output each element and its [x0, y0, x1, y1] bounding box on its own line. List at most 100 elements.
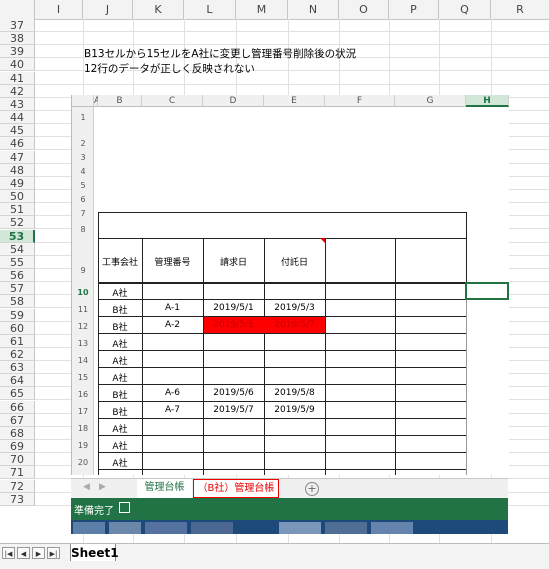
cell-mgmt-no: A-1 — [165, 303, 180, 313]
table-row-line — [98, 333, 466, 334]
row-header[interactable]: 66 — [0, 401, 35, 414]
row-header[interactable]: 69 — [0, 440, 35, 453]
header-company: 工事会社 — [101, 258, 138, 268]
row-header[interactable]: 70 — [0, 453, 35, 466]
row-header[interactable]: 50 — [0, 190, 35, 203]
row-header[interactable]: 60 — [0, 322, 35, 335]
table-col-line — [325, 238, 326, 475]
row-header[interactable]: 49 — [0, 177, 35, 190]
table-row-line — [98, 350, 466, 351]
col-header-r[interactable]: R — [491, 0, 549, 19]
table-row-line — [98, 401, 466, 402]
inner-row-number: 6 — [80, 195, 86, 204]
embedded-excel-screenshot: A B C D E F G H 123456789101112131415161… — [71, 95, 509, 475]
cell-company: B社 — [112, 408, 128, 418]
row-header[interactable]: 42 — [0, 85, 35, 98]
outer-column-header: I J K L M N O P Q R — [0, 0, 549, 20]
row-header[interactable]: 43 — [0, 98, 35, 111]
add-sheet-icon: + — [305, 482, 319, 496]
inner-col-h: H — [466, 95, 509, 107]
inner-col-b: B — [98, 95, 142, 107]
row-header[interactable]: 55 — [0, 256, 35, 269]
table-row-line — [98, 299, 466, 300]
row-header[interactable]: 44 — [0, 111, 35, 124]
row-header[interactable]: 46 — [0, 137, 35, 150]
row-header[interactable]: 52 — [0, 216, 35, 229]
row-header[interactable]: 38 — [0, 32, 35, 45]
cell-delivery-date: 2019/5/7 — [274, 320, 315, 330]
inner-row-number: 12 — [77, 322, 89, 331]
inner-sheet-tabs: ◀ ▶ 管理台帳 （B社）管理台帳 + — [71, 478, 508, 500]
row-header[interactable]: 72 — [0, 480, 35, 493]
taskbar-thumb — [279, 522, 321, 534]
bottom-strip — [0, 561, 549, 569]
row-header[interactable]: 41 — [0, 72, 35, 85]
cell-mgmt-no: A-7 — [165, 405, 180, 415]
cell-request-date: 2019/5/1 — [213, 303, 254, 313]
tab-nav-right-icon: ▶ — [99, 482, 106, 492]
cell-delivery-date: 2019/5/8 — [274, 388, 315, 398]
taskbar-thumb — [73, 522, 105, 534]
tab-kanri-daichou: 管理台帳 — [137, 479, 192, 500]
row-header[interactable]: 62 — [0, 348, 35, 361]
row-header[interactable]: 51 — [0, 203, 35, 216]
row-header[interactable]: 37 — [0, 19, 35, 32]
cell-delivery-date: 2019/5/9 — [274, 405, 315, 415]
row-header[interactable]: 40 — [0, 58, 35, 71]
col-header-l[interactable]: L — [184, 0, 236, 19]
inner-col-e: E — [264, 95, 325, 107]
inner-row-number: 1 — [80, 113, 86, 122]
row-header[interactable]: 58 — [0, 295, 35, 308]
row-header[interactable]: 73 — [0, 493, 35, 506]
row-header[interactable]: 59 — [0, 309, 35, 322]
tab-sheet1[interactable]: Sheet1 — [70, 544, 119, 562]
row-header[interactable]: 54 — [0, 243, 35, 256]
row-header[interactable]: 47 — [0, 151, 35, 164]
inner-col-g: G — [395, 95, 466, 107]
col-header-i[interactable]: I — [35, 0, 83, 19]
cell-request-date: 2019/5/5 — [213, 320, 254, 330]
corner-cell[interactable] — [0, 0, 35, 19]
table-row-line — [98, 452, 466, 453]
table-row-line — [98, 384, 466, 385]
inner-row-number: 5 — [80, 181, 86, 190]
inner-row-number: 7 — [80, 209, 86, 218]
row-header[interactable]: 57 — [0, 282, 35, 295]
row-header[interactable]: 53 — [0, 230, 35, 243]
tab-nav-left-icon: ◀ — [83, 482, 90, 492]
inner-row-number: 19 — [77, 441, 89, 450]
status-text: 準備完了 — [74, 506, 114, 517]
prev-sheet-button[interactable]: ◀ — [17, 547, 30, 559]
row-header[interactable]: 67 — [0, 414, 35, 427]
last-sheet-button[interactable]: ▶| — [47, 547, 60, 559]
row-header[interactable]: 63 — [0, 361, 35, 374]
table-col-line — [395, 238, 396, 475]
col-header-q[interactable]: Q — [439, 0, 491, 19]
comment-indicator — [320, 238, 325, 243]
row-header[interactable]: 65 — [0, 387, 35, 400]
cell-company: B社 — [112, 391, 128, 401]
row-header[interactable]: 61 — [0, 335, 35, 348]
row-header[interactable]: 71 — [0, 466, 35, 479]
col-header-m[interactable]: M — [236, 0, 288, 19]
inner-row-number: 3 — [80, 153, 86, 162]
inner-row-number: 20 — [77, 458, 89, 467]
col-header-p[interactable]: P — [389, 0, 439, 19]
inner-row-number: 17 — [77, 407, 89, 416]
row-header[interactable]: 48 — [0, 164, 35, 177]
col-header-o[interactable]: O — [339, 0, 389, 19]
col-header-n[interactable]: N — [288, 0, 339, 19]
cell-request-date: 2019/5/7 — [213, 405, 254, 415]
inner-row-number: 4 — [80, 167, 86, 176]
row-header[interactable]: 39 — [0, 45, 35, 58]
inner-col-c: C — [142, 95, 203, 107]
next-sheet-button[interactable]: ▶ — [32, 547, 45, 559]
col-header-j[interactable]: J — [83, 0, 133, 19]
first-sheet-button[interactable]: |◀ — [2, 547, 15, 559]
row-header[interactable]: 45 — [0, 124, 35, 137]
row-header[interactable]: 68 — [0, 427, 35, 440]
cell-company: A社 — [112, 442, 128, 452]
col-header-k[interactable]: K — [133, 0, 184, 19]
row-header[interactable]: 56 — [0, 269, 35, 282]
row-header[interactable]: 64 — [0, 374, 35, 387]
